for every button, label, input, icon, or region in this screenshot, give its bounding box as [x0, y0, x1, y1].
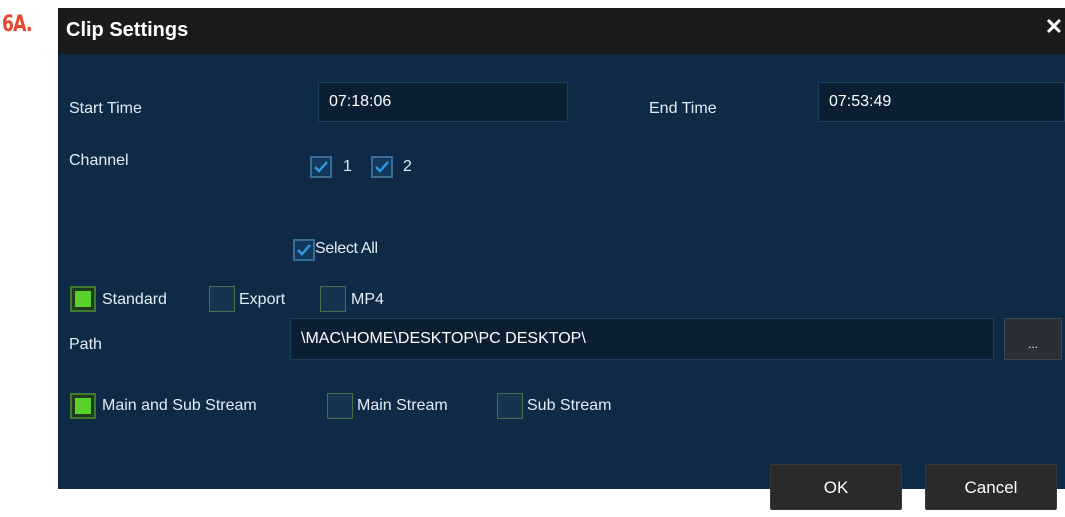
close-icon[interactable]: ✕ — [1043, 8, 1065, 46]
export-option[interactable] — [209, 286, 235, 312]
cancel-button[interactable]: Cancel — [925, 464, 1057, 510]
channel-1-checkbox[interactable] — [310, 156, 332, 178]
browse-button[interactable]: ... — [1004, 318, 1062, 360]
main-stream-option[interactable] — [327, 393, 353, 419]
channel-1-label: 1 — [343, 158, 352, 175]
checkmark-icon — [314, 161, 328, 173]
mp4-label: MP4 — [351, 291, 384, 308]
start-time-field[interactable]: 07:18:06 — [318, 82, 568, 122]
select-all-label: Select All — [315, 240, 378, 257]
sub-stream-label: Sub Stream — [527, 397, 612, 414]
mp4-option[interactable] — [320, 286, 346, 312]
dialog-titlebar: Clip Settings ✕ — [58, 8, 1065, 54]
dialog-body: Start Time 07:18:06 End Time 07:53:49 Ch… — [58, 54, 1065, 510]
path-label: Path — [69, 336, 102, 353]
path-field[interactable]: \MAC\HOME\DESKTOP\PC DESKTOP\ — [290, 318, 994, 360]
start-time-label: Start Time — [69, 100, 142, 117]
standard-label: Standard — [102, 291, 167, 308]
main-and-sub-stream-label: Main and Sub Stream — [102, 397, 257, 414]
sub-stream-option[interactable] — [497, 393, 523, 419]
channel-2-checkbox[interactable] — [371, 156, 393, 178]
end-time-label: End Time — [649, 100, 717, 117]
select-all-checkbox[interactable] — [293, 239, 315, 261]
ok-button[interactable]: OK — [770, 464, 902, 510]
end-time-field[interactable]: 07:53:49 — [818, 82, 1065, 122]
clip-settings-dialog: Clip Settings ✕ Start Time 07:18:06 End … — [58, 8, 1065, 510]
main-and-sub-stream-option[interactable] — [70, 393, 96, 419]
channel-2-label: 2 — [403, 158, 412, 175]
checkmark-icon — [375, 161, 389, 173]
channel-label: Channel — [69, 152, 129, 169]
dialog-title: Clip Settings — [66, 19, 189, 41]
standard-option[interactable] — [70, 286, 96, 312]
main-stream-label: Main Stream — [357, 397, 448, 414]
step-label: 6A. — [2, 12, 33, 37]
checkmark-icon — [297, 244, 311, 256]
export-label: Export — [239, 291, 286, 308]
